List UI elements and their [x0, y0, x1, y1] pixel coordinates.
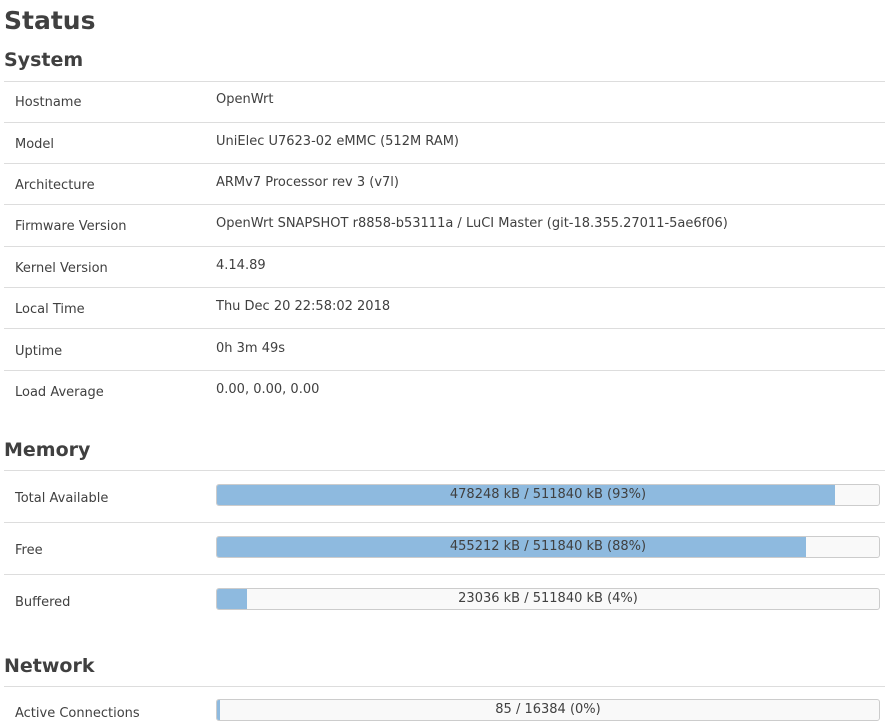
system-row-model: Model UniElec U7623-02 eMMC (512M RAM) [4, 122, 885, 164]
network-row-active-connections: Active Connections 85 / 16384 (0%) [4, 686, 885, 725]
section-title-memory: Memory [4, 439, 91, 461]
progress-bar-free: 455212 kB / 511840 kB (88%) [216, 536, 880, 558]
row-value: OpenWrt [216, 92, 274, 107]
row-value: Thu Dec 20 22:58:02 2018 [216, 299, 391, 314]
row-label: Firmware Version [15, 219, 127, 234]
row-label: Total Available [15, 491, 109, 506]
row-label: Active Connections [15, 706, 140, 721]
progress-bar-total-available: 478248 kB / 511840 kB (93%) [216, 484, 880, 506]
system-row-firmware-version: Firmware Version OpenWrt SNAPSHOT r8858-… [4, 204, 885, 247]
system-row-local-time: Local Time Thu Dec 20 22:58:02 2018 [4, 287, 885, 329]
system-row-load-average: Load Average 0.00, 0.00, 0.00 [4, 370, 885, 412]
progress-text: 23036 kB / 511840 kB (4%) [458, 591, 638, 606]
row-value: 4.14.89 [216, 258, 266, 273]
progress-text: 455212 kB / 511840 kB (88%) [449, 539, 647, 554]
memory-row-free: Free 455212 kB / 511840 kB (88%) [4, 522, 885, 575]
system-row-hostname: Hostname OpenWrt [4, 81, 885, 123]
system-row-kernel-version: Kernel Version 4.14.89 [4, 246, 885, 288]
page-title: Status [4, 6, 96, 35]
row-label: Free [15, 543, 43, 558]
progress-text: 478248 kB / 511840 kB (93%) [449, 487, 647, 502]
row-label: Buffered [15, 595, 71, 610]
row-value: 0.00, 0.00, 0.00 [216, 382, 320, 397]
row-label: Hostname [15, 95, 82, 110]
section-title-network: Network [4, 655, 95, 677]
row-value: UniElec U7623-02 eMMC (512M RAM) [216, 134, 459, 149]
system-row-architecture: Architecture ARMv7 Processor rev 3 (v7l) [4, 163, 885, 205]
row-label: Load Average [15, 385, 104, 400]
row-label: Architecture [15, 178, 95, 193]
progress-bar-buffered: 23036 kB / 511840 kB (4%) [216, 588, 880, 610]
row-label: Kernel Version [15, 261, 108, 276]
memory-row-buffered: Buffered 23036 kB / 511840 kB (4%) [4, 574, 885, 627]
row-value: 0h 3m 49s [216, 341, 286, 356]
section-title-system: System [4, 49, 84, 71]
row-label: Uptime [15, 344, 63, 359]
progress-text: 85 / 16384 (0%) [495, 702, 601, 717]
memory-row-total-available: Total Available 478248 kB / 511840 kB (9… [4, 470, 885, 523]
status-page: Status System Hostname OpenWrt Model Uni… [0, 0, 885, 725]
row-label: Local Time [15, 302, 85, 317]
system-row-uptime: Uptime 0h 3m 49s [4, 328, 885, 371]
progress-bar-active-connections: 85 / 16384 (0%) [216, 699, 880, 721]
row-label: Model [15, 137, 55, 152]
row-value: ARMv7 Processor rev 3 (v7l) [216, 175, 399, 190]
row-value: OpenWrt SNAPSHOT r8858-b53111a / LuCI Ma… [216, 216, 728, 231]
